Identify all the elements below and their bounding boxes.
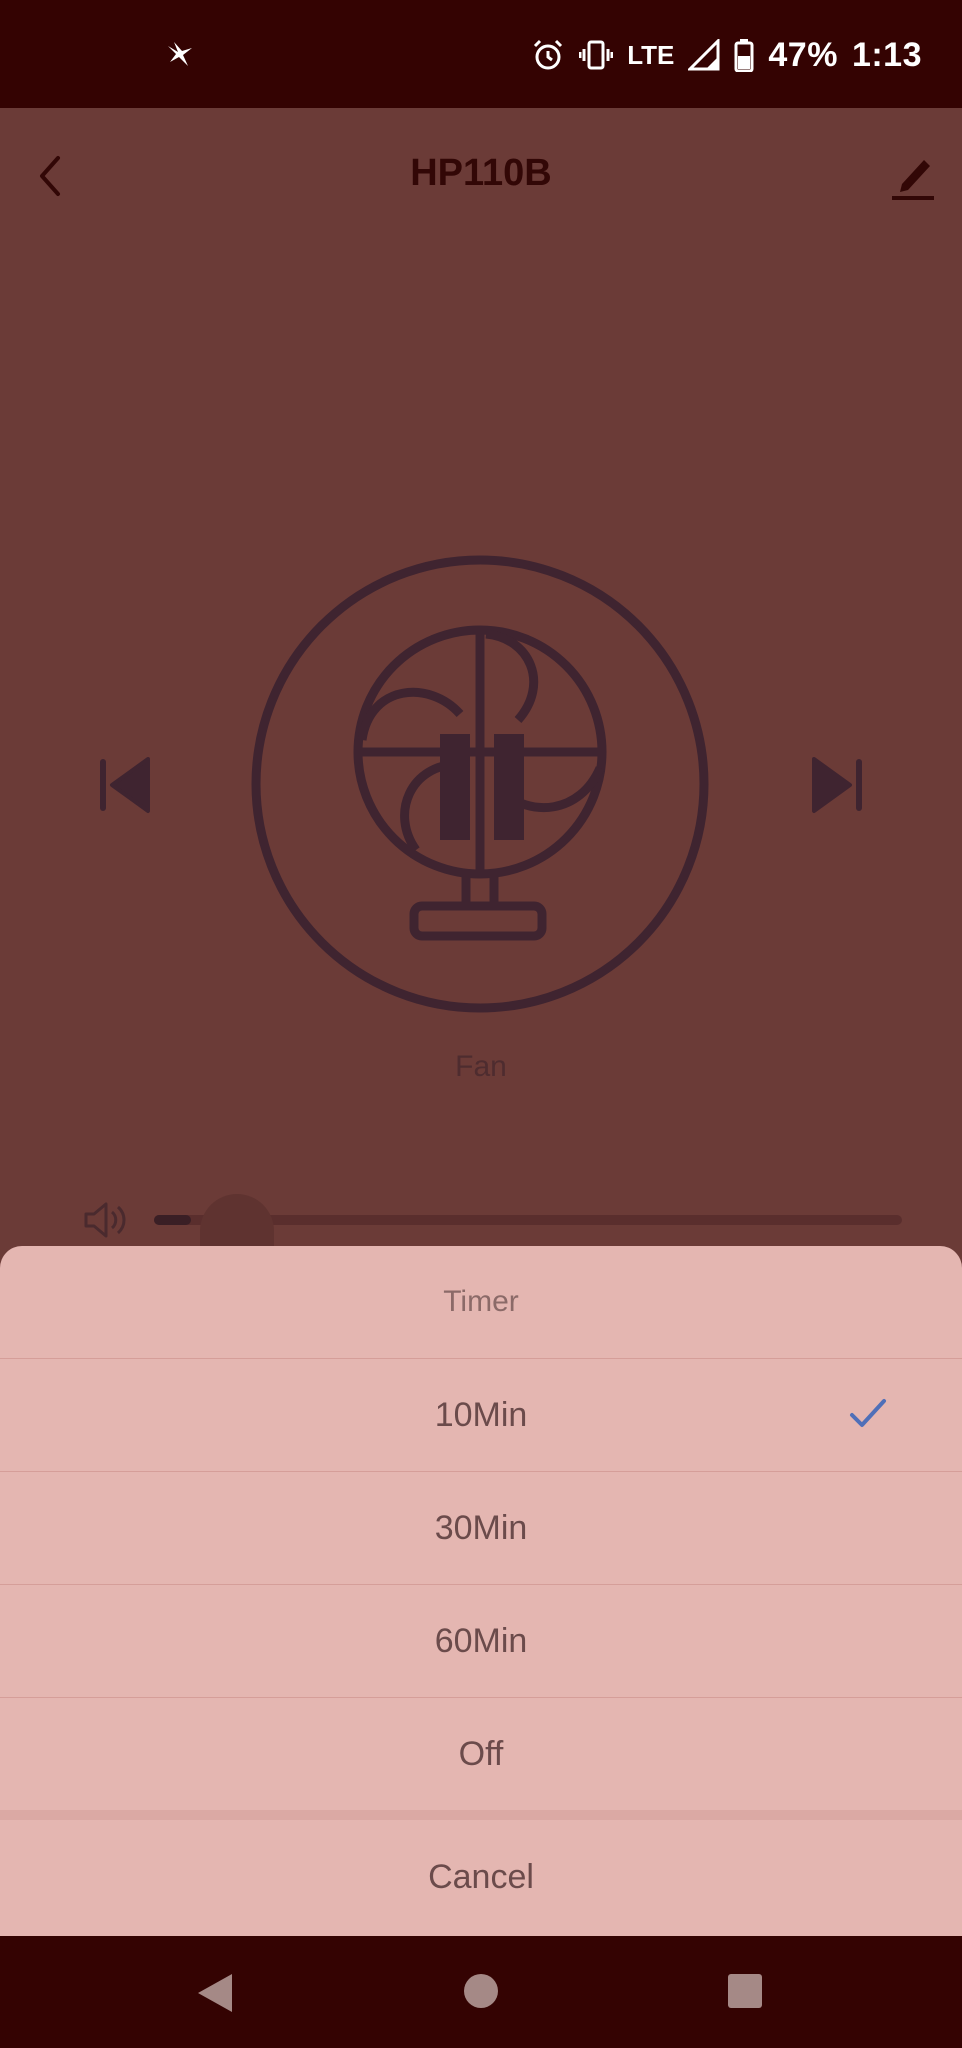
nav-recents-icon[interactable] <box>728 1974 762 2008</box>
page-title: HP110B <box>410 152 552 194</box>
timer-option-30min[interactable]: 30Min <box>0 1472 962 1585</box>
edit-pencil-icon[interactable] <box>888 150 938 204</box>
option-label: Off <box>458 1735 504 1773</box>
timer-option-60min[interactable]: 60Min <box>0 1585 962 1698</box>
timer-bottom-sheet: Timer 10Min 30Min 60Min Off Cancel <box>0 1246 962 1936</box>
cancel-button[interactable]: Cancel <box>0 1820 962 1934</box>
clock-time: 1:13 <box>851 35 922 74</box>
signal-icon <box>688 39 720 71</box>
vibrate-icon <box>579 40 614 70</box>
option-label: 10Min <box>434 1396 528 1434</box>
volume-fill <box>154 1215 192 1225</box>
volume-icon <box>84 1202 126 1238</box>
nav-home-icon[interactable] <box>464 1974 498 2008</box>
timer-option-off[interactable]: Off <box>0 1698 962 1810</box>
system-nav-bar <box>0 1936 962 2048</box>
check-icon <box>850 1399 886 1427</box>
network-type: LTE <box>627 39 675 70</box>
mode-label: Fan <box>455 1050 507 1083</box>
status-bar: LTE 47% 1:13 <box>0 0 962 108</box>
option-label: 60Min <box>434 1622 528 1660</box>
app-header: HP110B <box>0 108 962 244</box>
status-icons: LTE 47% 1:13 <box>531 30 922 80</box>
battery-icon <box>734 39 754 72</box>
fan-icon[interactable] <box>250 554 710 1014</box>
sheet-title: Timer <box>0 1246 962 1359</box>
previous-mode-icon[interactable] <box>98 755 154 815</box>
nav-back-icon[interactable] <box>196 1972 234 2014</box>
notification-bird-icon <box>168 42 192 66</box>
alarm-icon <box>534 39 563 70</box>
timer-option-10min[interactable]: 10Min <box>0 1359 962 1472</box>
next-mode-icon[interactable] <box>808 755 864 815</box>
battery-percent: 47% <box>768 35 838 74</box>
sheet-divider <box>0 1810 962 1820</box>
option-label: 30Min <box>434 1509 528 1547</box>
volume-thumb[interactable] <box>200 1194 274 1246</box>
